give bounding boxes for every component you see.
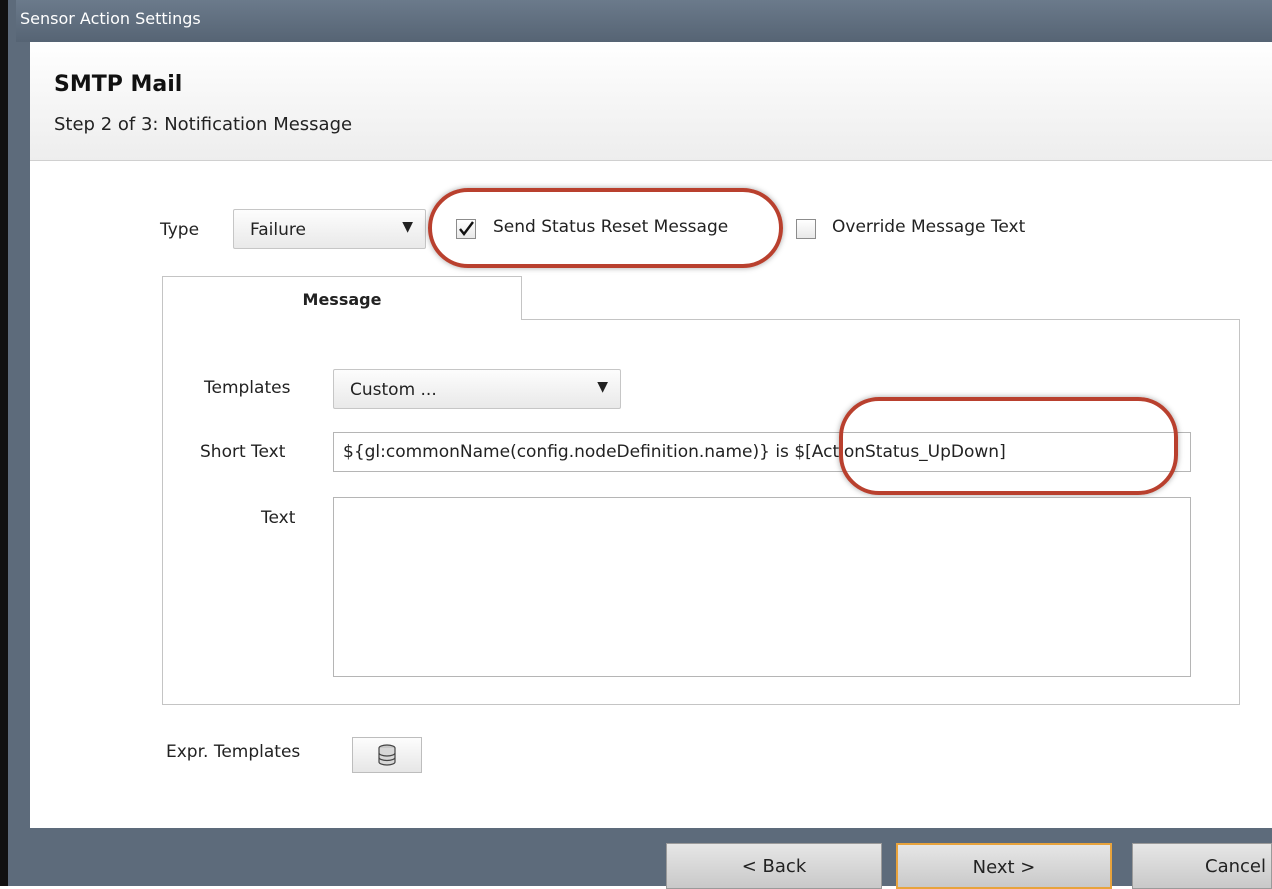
highlight-oval-short-text [839, 397, 1178, 495]
expr-templates-label: Expr. Templates [166, 742, 301, 762]
step-subtitle: Step 2 of 3: Notification Message [54, 114, 353, 135]
chevron-down-icon: ▼ [402, 219, 413, 235]
type-select-value: Failure [250, 220, 306, 240]
tab-message[interactable]: Message [162, 276, 522, 320]
cancel-button-label: Cancel [1205, 856, 1266, 877]
highlight-oval-checkbox [428, 188, 783, 268]
override-message-checkbox[interactable] [796, 219, 816, 239]
title-bar: Sensor Action Settings [16, 0, 1272, 42]
templates-label: Templates [204, 378, 291, 398]
page-title: SMTP Mail [54, 72, 183, 97]
tab-message-label: Message [302, 290, 382, 309]
text-label: Text [261, 508, 296, 528]
window-title: Sensor Action Settings [20, 9, 201, 28]
cancel-button[interactable]: Cancel [1132, 843, 1272, 889]
expr-templates-button[interactable] [352, 737, 422, 773]
override-message-label: Override Message Text [832, 217, 1026, 237]
next-button[interactable]: Next > [896, 843, 1112, 889]
type-label: Type [160, 220, 200, 240]
dialog-window: Sensor Action Settings SMTP Mail Step 2 … [0, 0, 1272, 889]
templates-select-value: Custom ... [350, 380, 437, 400]
header: SMTP Mail Step 2 of 3: Notification Mess… [30, 42, 1272, 161]
templates-select[interactable]: Custom ... ▼ [333, 369, 621, 409]
back-button-label: < Back [741, 856, 807, 877]
type-select[interactable]: Failure ▼ [233, 209, 426, 249]
next-button-label: Next > [972, 857, 1036, 878]
back-button[interactable]: < Back [666, 843, 882, 889]
content-panel: SMTP Mail Step 2 of 3: Notification Mess… [30, 42, 1272, 828]
chevron-down-icon: ▼ [597, 379, 608, 395]
text-area[interactable] [333, 497, 1191, 677]
database-icon [378, 744, 396, 766]
short-text-label: Short Text [200, 442, 286, 462]
